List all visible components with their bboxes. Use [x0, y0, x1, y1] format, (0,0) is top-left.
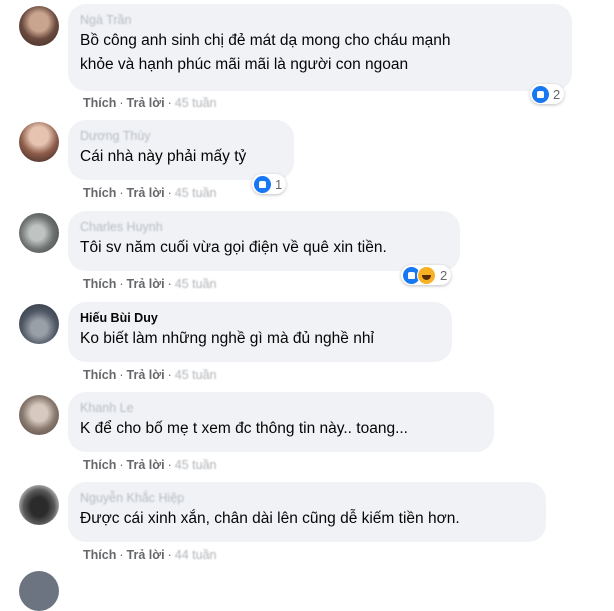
reply-button[interactable]: Trả lời — [127, 96, 165, 110]
comment-author[interactable]: Khanh Le — [80, 400, 482, 416]
like-icon — [254, 175, 271, 193]
timestamp[interactable]: 45 tuần — [175, 186, 217, 200]
comment-text-line: Ko biết làm những nghề gì mà đủ nghề nhỉ — [80, 330, 374, 347]
like-icon — [532, 85, 549, 103]
reaction-count: 1 — [275, 176, 283, 192]
comment-bubble: Khanh Le K để cho bố mẹ t xem đc thông t… — [68, 392, 494, 452]
separator: · — [167, 368, 172, 382]
like-button[interactable]: Thích — [83, 96, 116, 110]
reply-button[interactable]: Trả lời — [127, 548, 165, 562]
separator: · — [119, 96, 124, 110]
like-button[interactable]: Thích — [83, 548, 116, 562]
comment-actions: Thích · Trả lời · 45 tuần — [83, 96, 216, 110]
comment-author[interactable]: Nguyễn Khắc Hiệp — [80, 490, 534, 506]
reaction-summary[interactable]: 1 — [252, 174, 287, 194]
comment-text-line: K để cho bố mẹ t xem đc thông tin này.. … — [80, 420, 408, 437]
timestamp[interactable]: 45 tuần — [175, 368, 217, 382]
avatar[interactable] — [19, 213, 59, 253]
reaction-summary[interactable]: 2 — [401, 265, 452, 285]
timestamp[interactable]: 45 tuần — [175, 96, 217, 110]
comment-bubble: Charles Huynh Tôi sv năm cuối vừa gọi đi… — [68, 211, 460, 271]
avatar[interactable] — [19, 304, 59, 344]
like-button[interactable]: Thích — [83, 458, 116, 472]
comment-text-line: Bồ công anh sinh chị đẻ mát dạ mong cho … — [80, 32, 451, 49]
separator: · — [167, 186, 172, 200]
separator: · — [119, 458, 124, 472]
separator: · — [119, 186, 124, 200]
like-button[interactable]: Thích — [83, 368, 116, 382]
comment-bubble: Dương Thùy Cái nhà này phải mấy tỷ — [68, 120, 294, 180]
avatar[interactable] — [19, 122, 59, 162]
comment-author[interactable]: Charles Huynh — [80, 219, 448, 235]
separator: · — [167, 548, 172, 562]
comment-author[interactable]: Hiếu Bùi Duy — [80, 310, 440, 326]
comment-actions: Thích · Trả lời · 44 tuần — [83, 548, 216, 562]
separator: · — [167, 458, 172, 472]
separator: · — [119, 277, 124, 291]
reply-button[interactable]: Trả lời — [127, 277, 165, 291]
comment-actions: Thích · Trả lời · 45 tuần — [83, 277, 216, 291]
separator: · — [119, 548, 124, 562]
reaction-count: 2 — [553, 86, 561, 102]
comment-text-line: Được cái xinh xắn, chân dài lên cũng dễ … — [80, 510, 460, 527]
separator: · — [167, 96, 172, 110]
timestamp[interactable]: 45 tuần — [175, 458, 217, 472]
comment-actions: Thích · Trả lời · 45 tuần — [83, 368, 216, 382]
separator: · — [119, 368, 124, 382]
comment-bubble: Ngà Trần Bồ công anh sinh chị đẻ mát dạ … — [68, 4, 572, 91]
reply-button[interactable]: Trả lời — [127, 458, 165, 472]
comment-bubble: Hiếu Bùi Duy Ko biết làm những nghề gì m… — [68, 302, 452, 362]
separator: · — [167, 277, 172, 291]
comment-actions: Thích · Trả lời · 45 tuần — [83, 186, 216, 200]
comment-author[interactable]: Ngà Trần — [80, 12, 560, 28]
avatar[interactable] — [19, 395, 59, 435]
comment-text-line: khỏe và hạnh phúc mãi mãi là người con n… — [80, 56, 409, 73]
reply-button[interactable]: Trả lời — [127, 186, 165, 200]
timestamp[interactable]: 45 tuần — [175, 277, 217, 291]
reaction-count: 2 — [440, 267, 448, 283]
avatar[interactable] — [19, 571, 59, 611]
haha-icon — [417, 265, 436, 285]
avatar[interactable] — [19, 6, 59, 46]
timestamp[interactable]: 44 tuần — [175, 548, 217, 562]
comment-bubble: Nguyễn Khắc Hiệp Được cái xinh xắn, chân… — [68, 482, 546, 542]
reply-button[interactable]: Trả lời — [127, 368, 165, 382]
comment-text-line: Cái nhà này phải mấy tỷ — [80, 148, 247, 165]
comment-author[interactable]: Dương Thùy — [80, 128, 282, 144]
comment-text-line: Tôi sv năm cuối vừa gọi điện về quê xin … — [80, 239, 387, 256]
reaction-summary[interactable]: 2 — [530, 84, 565, 104]
like-button[interactable]: Thích — [83, 186, 116, 200]
like-button[interactable]: Thích — [83, 277, 116, 291]
avatar[interactable] — [19, 485, 59, 525]
comment-actions: Thích · Trả lời · 45 tuần — [83, 458, 216, 472]
